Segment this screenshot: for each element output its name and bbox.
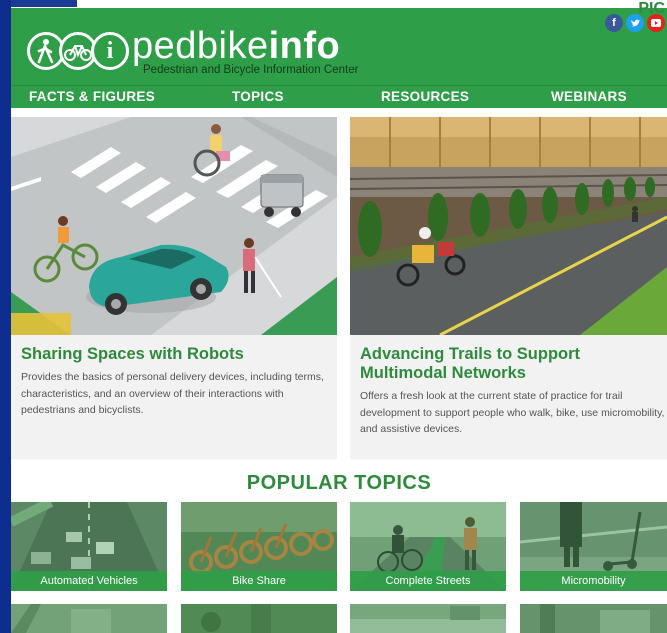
tile-overlay — [181, 604, 337, 633]
topic-tile-complete-streets[interactable]: Complete Streets — [350, 502, 506, 591]
site-header: PIC i pedbikeinfo Pedestrian and Bicycle… — [11, 0, 667, 87]
brand-bold: info — [268, 25, 341, 67]
top-tab — [11, 0, 77, 7]
nav-resources[interactable]: RESOURCES — [381, 89, 469, 104]
topic-tile-automated-vehicles[interactable]: Automated Vehicles — [11, 502, 167, 591]
topic-tile-row2[interactable] — [520, 604, 667, 633]
topic-tile-row2[interactable] — [181, 604, 337, 633]
topic-tile-micromobility[interactable]: Micromobility — [520, 502, 667, 591]
trail-photo[interactable] — [350, 117, 667, 335]
popular-topics-heading: POPULAR TOPICS — [246, 472, 432, 494]
feature-title[interactable]: Sharing Spaces with Robots — [21, 345, 244, 364]
topic-tile-row2[interactable] — [11, 604, 167, 633]
tile-overlay — [11, 604, 167, 633]
twitter-icon[interactable] — [626, 14, 644, 32]
topic-label: Automated Vehicles — [11, 571, 167, 591]
nav-facts-figures[interactable]: FACTS & FIGURES — [29, 89, 155, 104]
facebook-icon[interactable]: f — [605, 14, 623, 32]
robots-illustration[interactable] — [11, 117, 337, 335]
feature-description: Provides the basics of personal delivery… — [21, 371, 324, 416]
top-strip — [11, 0, 667, 8]
topic-label: Micromobility — [520, 571, 667, 591]
main-nav: FACTS & FIGURES TOPICS RESOURCES WEBINAR… — [11, 85, 667, 108]
feature-card-robots[interactable]: Sharing Spaces with Robots Provides the … — [11, 117, 337, 459]
left-edge-bar — [0, 0, 11, 633]
feature-card-trails[interactable]: Advancing Trails to Support Multimodal N… — [350, 117, 667, 459]
feature-title[interactable]: Advancing Trails to Support Multimodal N… — [360, 345, 650, 383]
youtube-icon[interactable] — [647, 14, 665, 32]
feature-description: Offers a fresh look at the current state… — [360, 390, 665, 435]
info-icon: i — [91, 32, 129, 70]
topic-label: Complete Streets — [350, 571, 506, 591]
topic-label: Bike Share — [181, 571, 337, 591]
tile-overlay — [350, 604, 506, 633]
topic-tile-row2[interactable] — [350, 604, 506, 633]
brand-light: pedbike — [132, 25, 269, 67]
logo-icons[interactable]: i — [27, 32, 129, 72]
topic-tile-bike-share[interactable]: Bike Share — [181, 502, 337, 591]
site-brand[interactable]: pedbikeinfo — [132, 24, 340, 68]
site-tagline: Pedestrian and Bicycle Information Cente… — [143, 64, 359, 76]
social-links: f — [605, 14, 665, 32]
nav-topics[interactable]: TOPICS — [232, 89, 284, 104]
tile-overlay — [520, 604, 667, 633]
nav-webinars[interactable]: WEBINARS — [551, 89, 627, 104]
